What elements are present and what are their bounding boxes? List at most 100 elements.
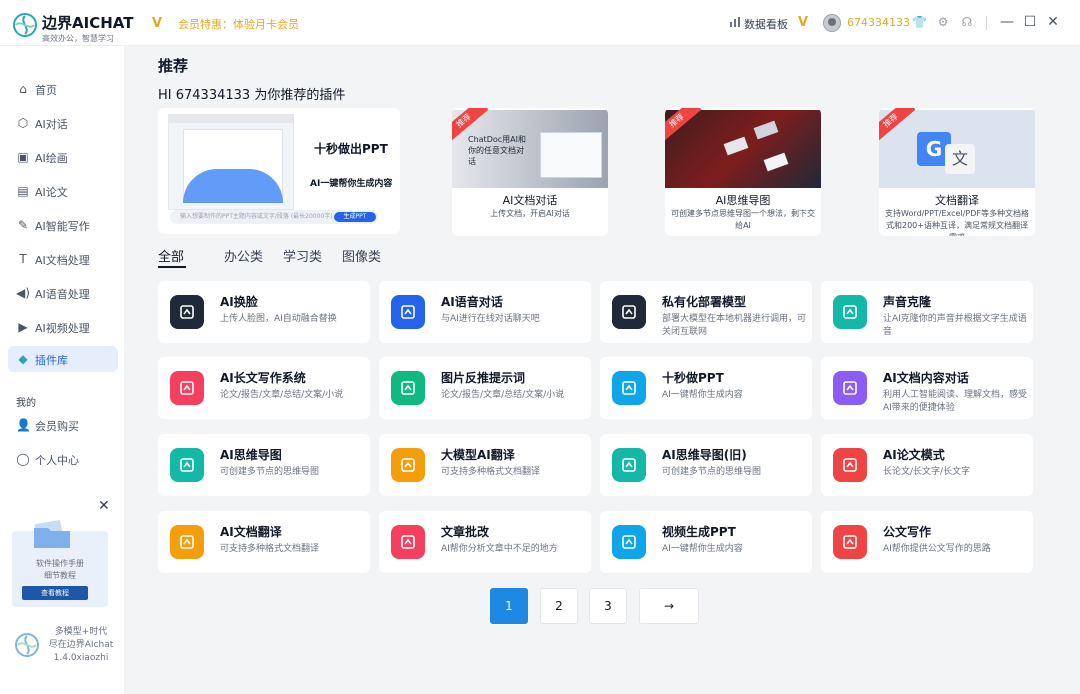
footer-text: 多模型+时代 尽在边界AIchat 1.4.0xiaozhi bbox=[44, 626, 118, 665]
sidebar-item-label: 个人中心 bbox=[35, 454, 79, 467]
plugin-card[interactable]: AI文档内容对话 利用人工智能阅读、理解文档，感受AI带来的便捷体验 bbox=[821, 357, 1033, 419]
plugin-card[interactable]: 大模型AI翻译可支持多种格式文档翻译 bbox=[379, 434, 591, 496]
plugin-card[interactable]: 图片反推提示词 论文/报告/文章/总结/文案/小说 bbox=[379, 357, 591, 419]
plugin-card[interactable]: 声音克隆 让AI克隆你的声音并根据文字生成语音 bbox=[821, 281, 1033, 343]
folder-icon bbox=[34, 519, 70, 548]
page-button-2[interactable]: 2 bbox=[540, 588, 578, 624]
sidebar-item-label: 插件库 bbox=[35, 354, 68, 367]
promo-close-icon[interactable]: ✕ bbox=[98, 498, 110, 514]
plugin-desc: 论文/报告/文章/总结/文案/小说 bbox=[220, 390, 344, 400]
promo-text-line: 细节教程 bbox=[44, 571, 76, 580]
plugin-title: 声音克隆 bbox=[883, 295, 932, 309]
plugin-card[interactable]: AI思维导图(旧) 可创建多节点的思维导图 bbox=[600, 434, 812, 496]
plugin-title: 公文写作 bbox=[883, 525, 932, 539]
brain-icon bbox=[170, 448, 204, 482]
featured-desc: 上传文档，开启AI对话 bbox=[490, 209, 570, 218]
promo-text: 软件操作手册 细节教程 bbox=[12, 558, 108, 582]
ppt-hero-banner[interactable]: 十秒做出PPT AI一键帮你生成内容 输入想要制作的PPT主题内容或文字/段落 … bbox=[158, 108, 400, 234]
maximize-icon[interactable]: ☐ bbox=[1022, 13, 1038, 31]
plugin-card[interactable]: AI文档翻译 可支持多种格式文档翻译 bbox=[158, 511, 370, 573]
vip-badge-icon: V bbox=[152, 16, 163, 31]
plugin-card[interactable]: 文章批改 AI帮你分析文章中不足的地方 bbox=[379, 511, 591, 573]
text-doc-icon: T bbox=[19, 252, 27, 266]
shirt-icon[interactable]: 👕 bbox=[912, 15, 927, 29]
next-page-button[interactable]: → bbox=[639, 588, 699, 624]
featured-image bbox=[665, 110, 821, 188]
page-title: 推荐 bbox=[158, 57, 189, 75]
plugin-card[interactable]: AI论文模式 长论文/长文字/长文字 bbox=[821, 434, 1033, 496]
correct-icon bbox=[391, 525, 425, 559]
brain-icon bbox=[612, 448, 646, 482]
featured-desc: 支持Word/PPT/Excel/PDF等多种文档格式和200+语种互译，满足常… bbox=[885, 209, 1029, 236]
app-name: 边界AICHAT bbox=[42, 14, 134, 32]
main-content: 推荐 HI 674334133 为你推荐的插件 十秒做出PPT AI一键帮你生成… bbox=[124, 46, 1080, 694]
app-tagline: 高效办公，智慧学习 bbox=[42, 34, 114, 43]
plugin-desc: 上传人脸图，AI自动融合替换 bbox=[220, 314, 337, 324]
generate-ppt-button[interactable]: 生成PPT bbox=[334, 212, 376, 222]
plugin-card[interactable]: AI思维导图 可创建多节点的思维导图 bbox=[158, 434, 370, 496]
member-promo-link[interactable]: 会员特惠：体验月卡会员 bbox=[178, 16, 299, 32]
plugin-card[interactable]: AI语音对话 与AI进行在线对话聊天吧 bbox=[379, 281, 591, 343]
sidebar-item-membership[interactable]: 👤 会员购买 bbox=[8, 412, 118, 438]
sidebar-item-ai-video[interactable]: ▶ AI视频处理 bbox=[8, 314, 118, 340]
featured-title: AI文档对话 bbox=[502, 194, 558, 207]
sidebar-item-ai-voice[interactable]: ◀) AI语音处理 bbox=[8, 280, 118, 306]
sidebar-item-home[interactable]: ⌂ 首页 bbox=[8, 76, 118, 102]
plugin-desc: 部署大模型在本地机器进行调用，可关闭互联网 bbox=[662, 314, 807, 337]
sidebar-item-label: 会员购买 bbox=[35, 420, 79, 433]
avatar[interactable] bbox=[823, 14, 841, 32]
footer-logo-icon bbox=[15, 633, 39, 657]
sidebar-item-label: AI对话 bbox=[35, 118, 68, 131]
hero-title: 十秒做出PPT bbox=[314, 142, 388, 156]
user-id[interactable]: 674334133 bbox=[847, 16, 910, 29]
tab-all[interactable]: 全部 bbox=[158, 246, 184, 265]
close-icon[interactable]: ✕ bbox=[1045, 13, 1061, 31]
gear-icon[interactable]: ⚙ bbox=[936, 15, 950, 29]
featured-card-doc-translate[interactable]: G 文 推荐 文档翻译 支持Word/PPT/Excel/PDF等多种文档格式和… bbox=[879, 108, 1035, 236]
plugin-desc: 可支持多种格式文档翻译 bbox=[441, 467, 541, 477]
data-dashboard-button[interactable]: 数据看板 bbox=[744, 16, 788, 32]
plugin-card[interactable]: AI长文写作系统论文/报告/文章/总结/文案/小说 bbox=[158, 357, 370, 419]
page-button-3[interactable]: 3 bbox=[589, 588, 627, 624]
plugin-desc: AI一键帮你生成内容 bbox=[662, 390, 743, 400]
pen-icon: ✎ bbox=[17, 218, 29, 232]
plugin-card[interactable]: 视频生成PPT AI一键帮你生成内容 bbox=[600, 511, 812, 573]
plugin-card[interactable]: 公文写作 AI帮你提供公文写作的思路 bbox=[821, 511, 1033, 573]
sidebar-item-profile[interactable]: ◯ 个人中心 bbox=[8, 446, 118, 472]
tab-office[interactable]: 办公类 bbox=[224, 246, 263, 265]
plugin-title: 视频生成PPT bbox=[662, 525, 736, 539]
featured-image: ChatDoc用AI和你的任意文档对话 bbox=[452, 110, 608, 188]
plugin-title: AI思维导图 bbox=[220, 448, 282, 462]
plugin-title: AI长文写作系统 bbox=[220, 371, 306, 385]
sidebar-item-ai-chat[interactable]: ⬡ AI对话 bbox=[8, 110, 118, 136]
headset-icon[interactable]: ☊ bbox=[960, 15, 974, 29]
plugin-card[interactable]: AI换脸 上传人脸图，AI自动融合替换 bbox=[158, 281, 370, 343]
footer-line: 多模型+时代 bbox=[54, 627, 108, 637]
sidebar-item-ai-writing[interactable]: ✎ AI智能写作 bbox=[8, 212, 118, 238]
minimize-icon[interactable]: — bbox=[999, 13, 1015, 31]
diamond-icon: ◆ bbox=[18, 352, 28, 366]
sidebar-item-ai-paper[interactable]: ▤ AI论文 bbox=[8, 178, 118, 204]
featured-image-text: ChatDoc用AI和你的任意文档对话 bbox=[468, 135, 526, 166]
tab-image[interactable]: 图像类 bbox=[342, 246, 381, 265]
sidebar-item-ai-drawing[interactable]: ▣ AI绘画 bbox=[8, 144, 118, 170]
plugin-desc: 长论文/长文字/长文字 bbox=[883, 467, 971, 477]
cube-icon: ⬡ bbox=[17, 116, 29, 130]
sidebar-item-plugins[interactable]: ◆ 插件库 bbox=[8, 346, 118, 372]
featured-card-doc-chat[interactable]: ChatDoc用AI和你的任意文档对话 推荐 AI文档对话 上传文档，开启AI对… bbox=[452, 108, 608, 236]
sidebar-item-ai-document[interactable]: T AI文档处理 bbox=[8, 246, 118, 272]
cloud-icon bbox=[612, 295, 646, 329]
word-doc-icon bbox=[833, 371, 867, 405]
featured-card-mindmap[interactable]: 推荐 AI思维导图 可创建多节点思维导图一个想法，剩下交给AI bbox=[665, 108, 821, 236]
tab-study[interactable]: 学习类 bbox=[283, 246, 322, 265]
plugin-card[interactable]: 私有化部署模型 部署大模型在本地机器进行调用，可关闭互联网 bbox=[600, 281, 812, 343]
plugin-card[interactable]: 十秒做PPT AI一键帮你生成内容 bbox=[600, 357, 812, 419]
plugin-desc: 可创建多节点的思维导图 bbox=[662, 467, 762, 477]
view-tutorial-button[interactable]: 查看教程 bbox=[22, 586, 88, 600]
page-button-1[interactable]: 1 bbox=[490, 588, 528, 624]
promo-text-line: 软件操作手册 bbox=[36, 559, 84, 568]
plugin-title: AI思维导图(旧) bbox=[662, 448, 747, 462]
plugin-title: 大模型AI翻译 bbox=[441, 448, 515, 462]
doc-translate-icon bbox=[170, 525, 204, 559]
toolbar-divider bbox=[986, 16, 987, 30]
